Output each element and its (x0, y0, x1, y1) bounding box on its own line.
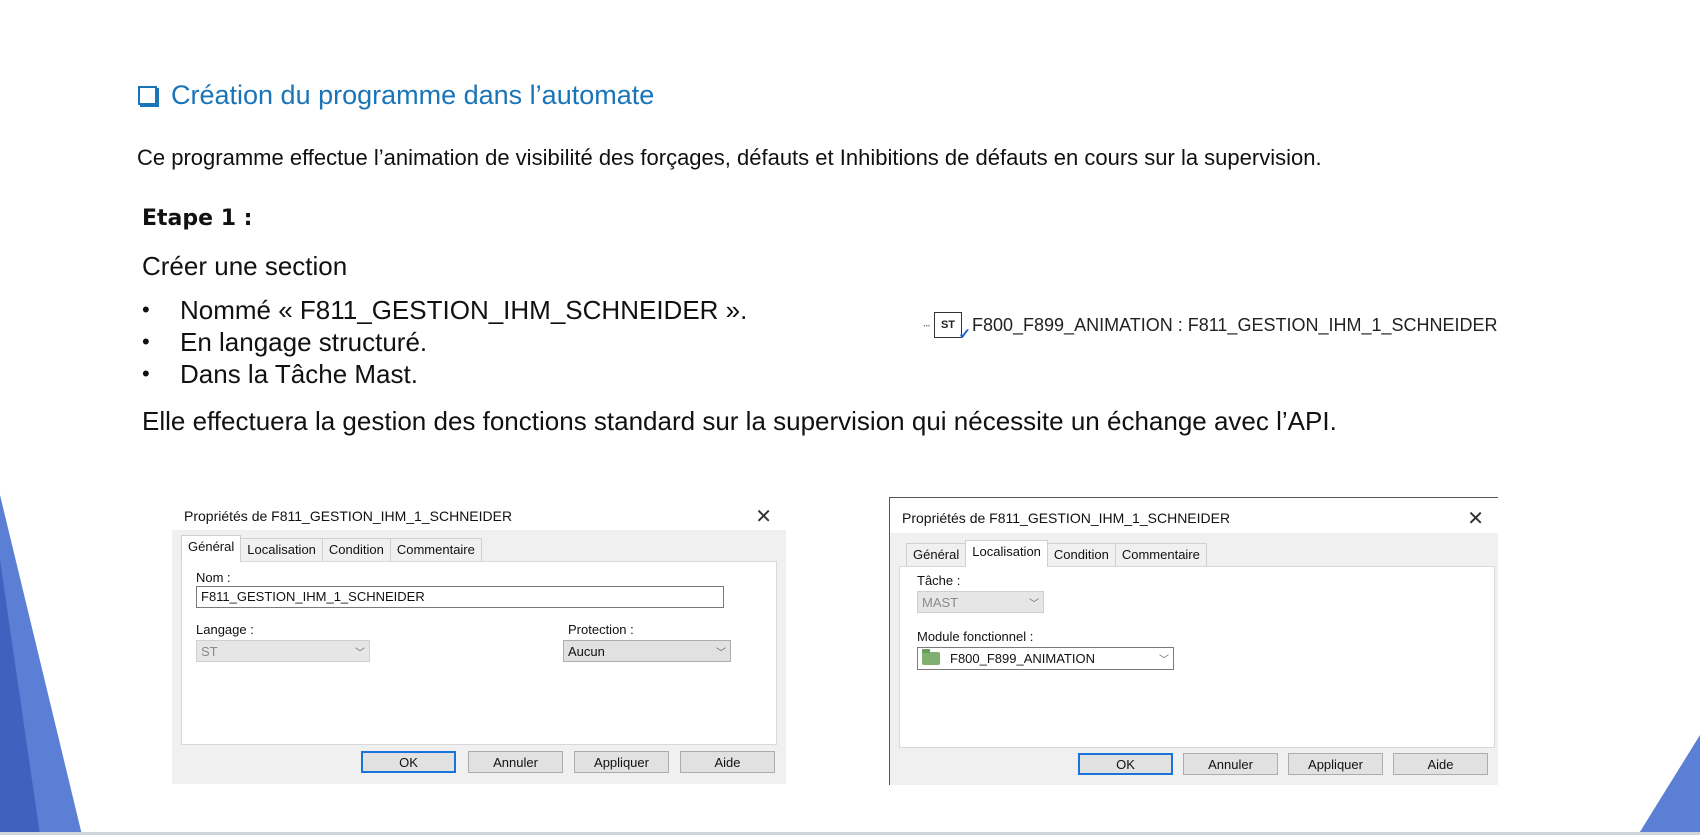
section-reference: ··· ST ✓ F800_F899_ANIMATION : F811_GEST… (923, 312, 1498, 343)
name-label: Nom : (196, 570, 231, 585)
apply-button[interactable]: Appliquer (1288, 753, 1383, 775)
bullet-icon: • (142, 297, 150, 322)
chevron-down-icon: ﹀ (716, 647, 726, 659)
list-item: • Dans la Tâche Mast. (142, 358, 418, 389)
name-field[interactable]: F811_GESTION_IHM_1_SCHNEIDER (196, 586, 724, 608)
bullet-list: • Nommé « F811_GESTION_IHM_SCHNEIDER ». •… (142, 294, 747, 390)
intro-text: Ce programme effectue l’animation de vis… (137, 145, 1322, 170)
task-select: MAST ﹀ (917, 591, 1044, 613)
bullet-icon: • (142, 361, 150, 386)
tab-general[interactable]: Général (906, 543, 967, 567)
checkbox-bullet-icon (138, 86, 157, 105)
help-button[interactable]: Aide (1393, 753, 1488, 775)
ok-button[interactable]: OK (361, 751, 456, 773)
properties-dialog-localisation: Propriétés de F811_GESTION_IHM_1_SCHNEID… (889, 497, 1498, 785)
tab-condition[interactable]: Condition (1046, 543, 1116, 567)
protection-select[interactable]: Aucun ﹀ (563, 640, 731, 662)
module-label: Module fonctionnel : (917, 629, 1034, 644)
effect-text: Elle effectuera la gestion des fonctions… (142, 406, 1337, 436)
dialog-title: Propriétés de F811_GESTION_IHM_1_SCHNEID… (184, 508, 513, 524)
cancel-button[interactable]: Annuler (1183, 753, 1278, 775)
close-icon[interactable]: ✕ (1467, 506, 1484, 531)
dialog-body: Général Localisation Condition Commentai… (890, 533, 1498, 785)
language-select: ST ﹀ (196, 640, 370, 662)
tab-general[interactable]: Général (181, 535, 242, 562)
tab-localisation[interactable]: Localisation (240, 538, 323, 562)
page-title: Création du programme dans l’automate (138, 80, 654, 111)
apply-button[interactable]: Appliquer (574, 751, 669, 773)
decor-triangle-left-dark (0, 560, 40, 835)
folder-icon (922, 649, 940, 665)
step-heading: Etape 1 : (142, 206, 253, 231)
chevron-down-icon: ﹀ (355, 647, 365, 659)
tab-bar: Général Localisation Condition Commentai… (906, 540, 1207, 567)
language-label: Langage : (196, 622, 254, 637)
protection-label: Protection : (568, 622, 634, 637)
decor-triangle-right (1638, 735, 1700, 835)
bullet-icon: • (142, 329, 150, 354)
tab-condition[interactable]: Condition (321, 538, 391, 562)
dialog-title: Propriétés de F811_GESTION_IHM_1_SCHNEID… (902, 510, 1231, 526)
list-item: • Nommé « F811_GESTION_IHM_SCHNEIDER ». (142, 294, 748, 325)
tab-panel: Tâche : MAST ﹀ Module fonctionnel : F800_… (899, 566, 1495, 748)
close-icon[interactable]: ✕ (755, 504, 772, 529)
task-label: Tâche : (917, 573, 961, 588)
tab-panel: Nom : F811_GESTION_IHM_1_SCHNEIDER Langa… (181, 561, 777, 745)
page-title-text: Création du programme dans l’automate (171, 80, 655, 110)
cancel-button[interactable]: Annuler (468, 751, 563, 773)
dialog-body: Général Localisation Condition Commentai… (172, 530, 786, 784)
create-section-text: Créer une section (142, 251, 348, 281)
tab-commentaire[interactable]: Commentaire (389, 538, 482, 562)
st-section-icon: ··· ST ✓ (923, 312, 971, 343)
chevron-down-icon: ﹀ (1159, 655, 1169, 666)
tab-bar: Général Localisation Condition Commentai… (181, 535, 482, 562)
chevron-down-icon: ﹀ (1029, 598, 1039, 610)
tab-localisation[interactable]: Localisation (965, 540, 1048, 567)
check-icon: ✓ (958, 326, 971, 343)
section-reference-label: F800_F899_ANIMATION : F811_GESTION_IHM_1… (972, 314, 1498, 335)
properties-dialog-general: Propriétés de F811_GESTION_IHM_1_SCHNEID… (172, 496, 786, 784)
tab-commentaire[interactable]: Commentaire (1114, 543, 1207, 567)
help-button[interactable]: Aide (680, 751, 775, 773)
ok-button[interactable]: OK (1078, 753, 1173, 775)
module-select[interactable]: F800_F899_ANIMATION ﹀ (917, 647, 1174, 670)
list-item: • En langage structuré. (142, 326, 428, 357)
